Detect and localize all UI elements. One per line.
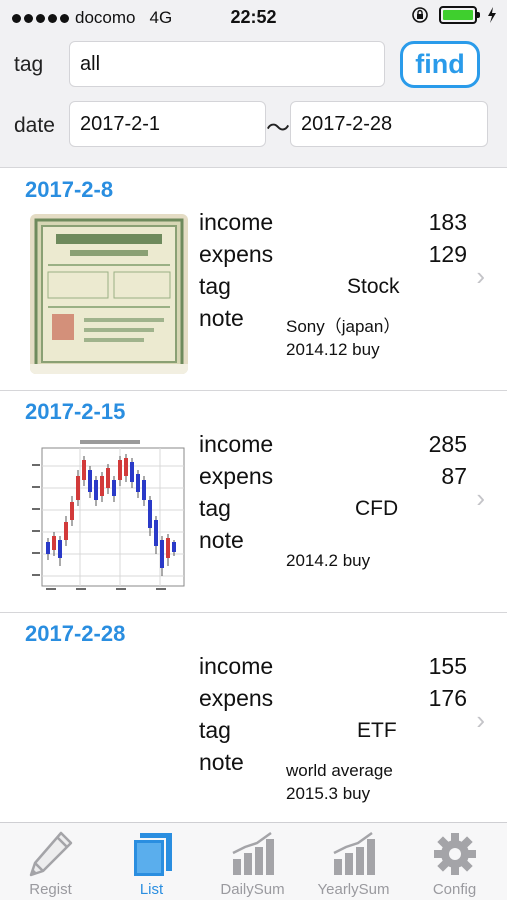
income-label: income <box>199 653 274 679</box>
tab-config[interactable]: Config <box>404 823 505 900</box>
find-button[interactable]: find <box>400 41 480 88</box>
note-label: note <box>199 305 244 331</box>
expens-value: 87 <box>441 463 467 489</box>
entry-date: 2017-2-8 <box>25 177 114 202</box>
expens-label: expens <box>199 685 274 711</box>
tab-label: List <box>139 881 164 898</box>
pencil-icon <box>29 831 73 877</box>
date-range-separator: 〜 <box>266 115 290 142</box>
date-to-input[interactable]: 2017-2-28 <box>290 101 488 147</box>
tab-list[interactable]: List <box>101 823 202 900</box>
date-from-input[interactable]: 2017-2-1 <box>69 101 266 147</box>
stock-certificate-image <box>30 214 188 374</box>
bar-chart-icon <box>333 831 375 875</box>
battery-icon <box>439 6 480 24</box>
tab-regist[interactable]: Regist <box>0 823 101 900</box>
tag-filter-label: tag <box>14 53 44 76</box>
note-line-1: Sony（japan） <box>286 317 401 336</box>
expens-value: 129 <box>428 241 467 267</box>
income-value: 285 <box>428 431 467 457</box>
income-value: 183 <box>428 209 467 235</box>
expens-label: expens <box>199 241 274 267</box>
income-label: income <box>199 209 274 235</box>
rotation-lock-icon <box>412 7 428 23</box>
expens-value: 176 <box>428 685 467 711</box>
tab-label: Regist <box>29 881 72 898</box>
tag-input[interactable]: all <box>69 41 385 87</box>
note-line-2: 2014.2 buy <box>286 551 371 570</box>
tab-label: DailySum <box>220 881 285 898</box>
list-icon <box>132 833 172 878</box>
tag-label: tag <box>199 717 231 743</box>
tab-dailysum[interactable]: DailySum <box>202 823 303 900</box>
chevron-right-icon: › <box>476 705 485 735</box>
date-filter-label: date <box>14 114 55 137</box>
entry-date: 2017-2-28 <box>25 621 126 646</box>
tab-bar: Regist List DailySum YearlySum Config <box>0 822 507 900</box>
tag-value: ETF <box>357 719 397 742</box>
income-value: 155 <box>428 653 467 679</box>
tag-value: Stock <box>347 275 400 298</box>
income-label: income <box>199 431 274 457</box>
filter-panel: docomo 4G 22:52 tag all find date 2017-2… <box>0 0 507 168</box>
list-item[interactable]: 2017-2-28 income 155 expens 176 tag ETF … <box>0 613 507 835</box>
status-bar: docomo 4G 22:52 <box>0 0 507 36</box>
note-line-1: world average <box>286 761 393 780</box>
list-item[interactable]: 2017-2-15 income 285 expens 87 tag CFD n… <box>0 391 507 613</box>
note-label: note <box>199 749 244 775</box>
note-line-2: 2015.3 buy <box>286 784 371 803</box>
expens-label: expens <box>199 463 274 489</box>
tag-label: tag <box>199 273 231 299</box>
tab-label: YearlySum <box>317 881 390 898</box>
chevron-right-icon: › <box>476 483 485 513</box>
chevron-right-icon: › <box>476 261 485 291</box>
entry-date: 2017-2-15 <box>25 399 126 424</box>
tab-yearlysum[interactable]: YearlySum <box>303 823 404 900</box>
bar-chart-icon <box>232 831 274 875</box>
tag-label: tag <box>199 495 231 521</box>
charging-icon <box>488 7 496 23</box>
note-label: note <box>199 527 244 553</box>
tag-value: CFD <box>355 497 399 520</box>
tab-label: Config <box>432 881 477 898</box>
note-line-2: 2014.12 buy <box>286 340 380 359</box>
status-right <box>411 6 497 24</box>
candlestick-chart-image <box>30 436 188 596</box>
list-item[interactable]: 2017-2-8 income 183 expens 129 tag Stock… <box>0 169 507 391</box>
gear-icon <box>434 833 476 875</box>
